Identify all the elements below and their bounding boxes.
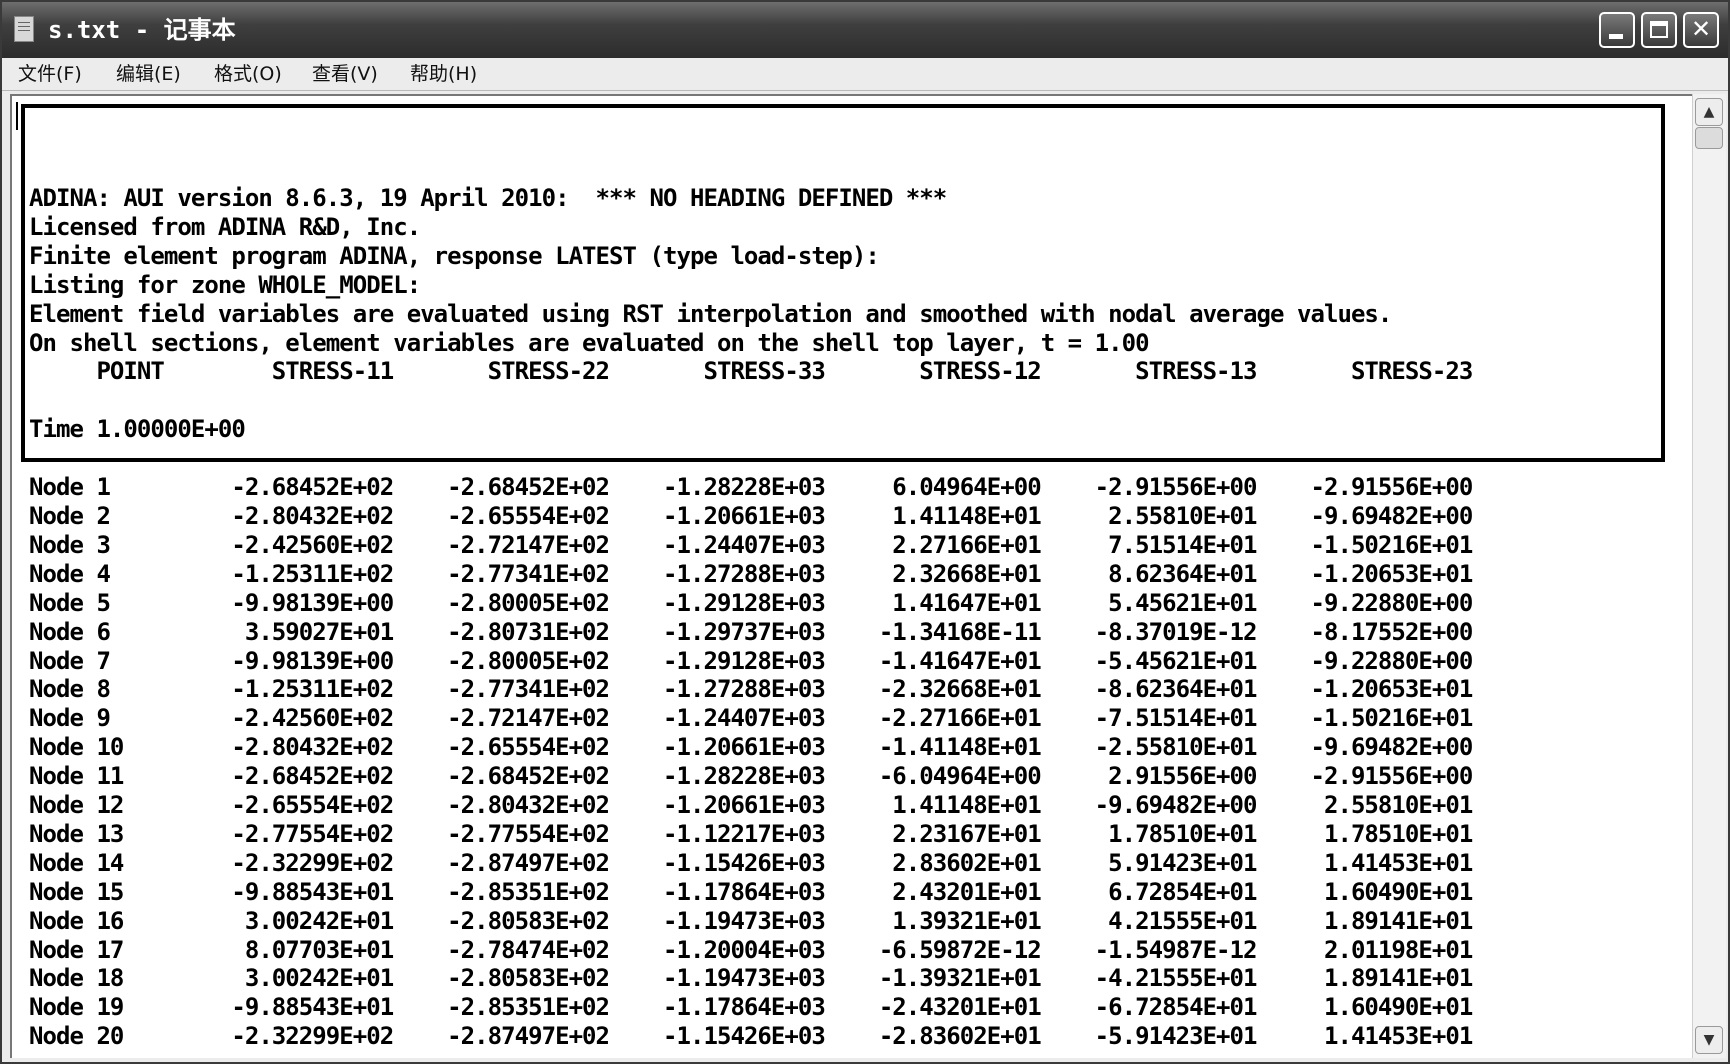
close-icon: ✕ — [1690, 15, 1712, 43]
menu-help[interactable]: 帮助(H) — [410, 60, 477, 88]
menu-bar: 文件(F) 编辑(E) 格式(O) 查看(V) 帮助(H) — [2, 58, 1728, 91]
table-row: Node 4 -1.25311E+02 -2.77341E+02 -1.2728… — [29, 559, 1473, 588]
menu-file[interactable]: 文件(F) — [18, 60, 82, 88]
table-row: Node 3 -2.42560E+02 -2.72147E+02 -1.2440… — [29, 530, 1473, 559]
table-row: Node 11 -2.68452E+02 -2.68452E+02 -1.282… — [29, 762, 1473, 791]
table-row: Node 15 -9.88543E+01 -2.85351E+02 -1.178… — [29, 877, 1473, 906]
minimize-button[interactable] — [1599, 12, 1635, 48]
header-line: Element field variables are evaluated us… — [29, 299, 1392, 328]
maximize-button[interactable] — [1641, 12, 1677, 48]
document-text[interactable]: ADINA: AUI version 8.6.3, 19 April 2010:… — [29, 184, 1473, 1051]
table-row: Node 10 -2.80432E+02 -2.65554E+02 -1.206… — [29, 733, 1473, 762]
title-bar[interactable]: s.txt - 记事本 ✕ — [2, 2, 1728, 58]
scroll-thumb[interactable] — [1695, 127, 1723, 149]
header-line: On shell sections, element variables are… — [29, 328, 1150, 357]
header-line: Licensed from ADINA R&D, Inc. — [29, 212, 421, 241]
table-row: Node 6 3.59027E+01 -2.80731E+02 -1.29737… — [29, 617, 1473, 646]
menu-edit[interactable]: 编辑(E) — [116, 60, 181, 88]
window-title: s.txt - 记事本 — [48, 16, 236, 44]
table-row: Node 13 -2.77554E+02 -2.77554E+02 -1.122… — [29, 819, 1473, 848]
table-row: Node 1 -2.68452E+02 -2.68452E+02 -1.2822… — [29, 473, 1473, 502]
close-button[interactable]: ✕ — [1683, 12, 1719, 48]
scroll-up-icon[interactable]: ▲ — [1695, 98, 1723, 126]
table-row: Node 8 -1.25311E+02 -2.77341E+02 -1.2728… — [29, 675, 1473, 704]
minimize-icon — [1609, 34, 1623, 39]
notepad-app-icon[interactable] — [14, 16, 34, 42]
text-editor-area[interactable]: ADINA: AUI version 8.6.3, 19 April 2010:… — [10, 94, 1692, 1058]
header-line: Listing for zone WHOLE_MODEL: — [29, 270, 421, 299]
table-row: Node 20 -2.32299E+02 -2.87497E+02 -1.154… — [29, 1022, 1473, 1051]
menu-format[interactable]: 格式(O) — [214, 60, 282, 88]
menu-view[interactable]: 查看(V) — [312, 60, 378, 88]
table-row: Node 5 -9.98139E+00 -2.80005E+02 -1.2912… — [29, 588, 1473, 617]
table-row: Node 18 3.00242E+01 -2.80583E+02 -1.1947… — [29, 964, 1473, 993]
table-row: Node 14 -2.32299E+02 -2.87497E+02 -1.154… — [29, 848, 1473, 877]
scroll-down-icon[interactable]: ▼ — [1695, 1026, 1723, 1054]
table-row: Node 12 -2.65554E+02 -2.80432E+02 -1.206… — [29, 791, 1473, 820]
time-label: Time 1.00000E+00 — [29, 415, 246, 444]
header-line: Finite element program ADINA, response L… — [29, 241, 880, 270]
header-line: ADINA: AUI version 8.6.3, 19 April 2010:… — [29, 184, 947, 212]
table-row: Node 17 8.07703E+01 -2.78474E+02 -1.2000… — [29, 935, 1473, 964]
vertical-scrollbar[interactable]: ▲ ▼ — [1692, 94, 1726, 1058]
text-caret — [16, 102, 18, 130]
table-row: Node 9 -2.42560E+02 -2.72147E+02 -1.2440… — [29, 704, 1473, 733]
notepad-window: s.txt - 记事本 ✕ 文件(F) 编辑(E) 格式(O) 查看(V) 帮助… — [0, 0, 1730, 1064]
table-row: Node 19 -9.88543E+01 -2.85351E+02 -1.178… — [29, 993, 1473, 1022]
table-row: Node 7 -9.98139E+00 -2.80005E+02 -1.2912… — [29, 646, 1473, 675]
table-row: Node 16 3.00242E+01 -2.80583E+02 -1.1947… — [29, 906, 1473, 935]
maximize-icon — [1650, 21, 1668, 38]
table-row: Node 2 -2.80432E+02 -2.65554E+02 -1.2066… — [29, 501, 1473, 530]
column-header-row: POINT STRESS-11 STRESS-22 STRESS-33 STRE… — [29, 357, 1473, 386]
